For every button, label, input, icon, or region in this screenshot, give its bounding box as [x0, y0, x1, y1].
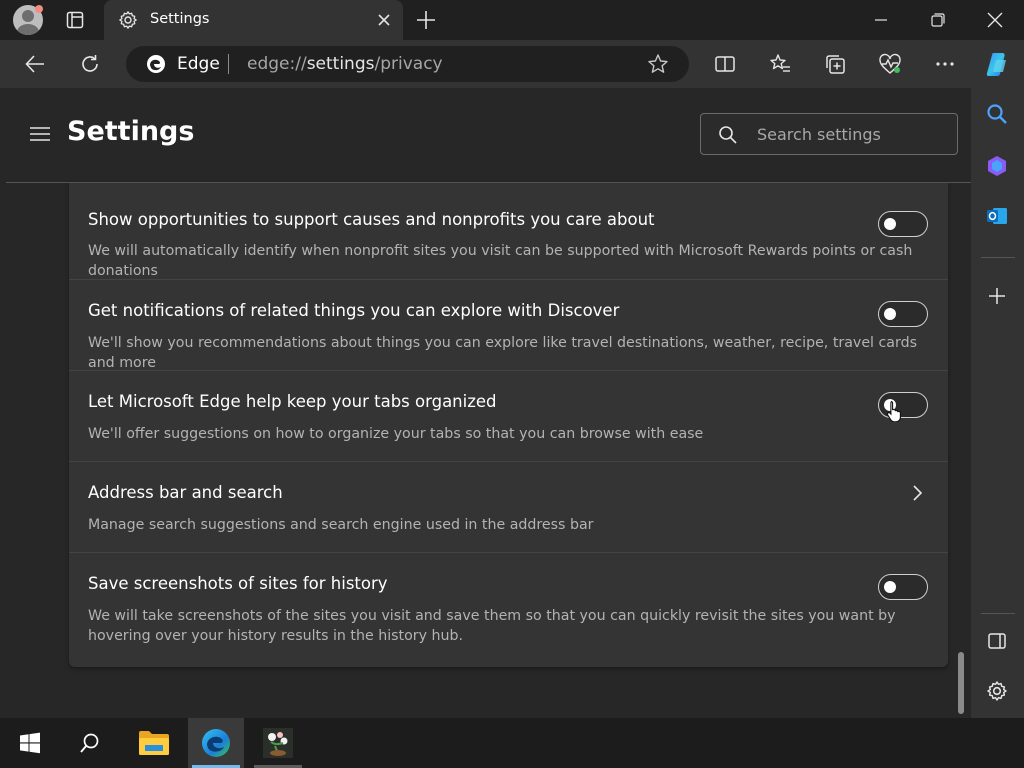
copilot-button[interactable] [984, 50, 1012, 78]
title-bar: Settings [0, 0, 1024, 40]
copilot-app-icon [988, 156, 1006, 176]
close-window-button[interactable] [966, 0, 1024, 40]
search-icon [987, 104, 1007, 124]
sidebar-hide-button[interactable] [985, 629, 1009, 653]
folder-icon [139, 731, 169, 755]
sidebar-outlook-button[interactable] [985, 204, 1009, 228]
setting-row-nonprofits: Show opportunities to support causes and… [69, 183, 948, 279]
address-url: edge://settings/privacy [247, 54, 443, 74]
url-prefix: edge:// [247, 54, 307, 74]
nonprofits-toggle[interactable] [878, 211, 928, 237]
edge-logo-icon [202, 729, 230, 757]
start-button[interactable] [2, 718, 58, 768]
taskbar-app-plant[interactable] [250, 718, 306, 768]
favorites-list-icon [770, 54, 790, 72]
more-options-button[interactable] [933, 52, 957, 76]
discover-toggle[interactable] [878, 301, 928, 327]
toggle-knob [884, 581, 896, 593]
setting-title: Show opportunities to support causes and… [88, 210, 655, 229]
setting-row-tabs-organized: Let Microsoft Edge help keep your tabs o… [69, 371, 948, 461]
favorites-button[interactable] [768, 52, 792, 76]
url-main: settings [306, 54, 375, 74]
browser-essentials-button[interactable] [878, 52, 902, 76]
settings-page: Settings Search settings Show opportunit… [0, 88, 971, 718]
url-suffix: /privacy [374, 54, 443, 74]
screenshots-toggle[interactable] [878, 574, 928, 600]
windows-taskbar [0, 718, 1024, 768]
edge-sidebar [971, 88, 1024, 718]
gear-icon [987, 681, 1007, 701]
setting-description: We will automatically identify when nonp… [88, 243, 913, 279]
sidebar-settings-button[interactable] [985, 679, 1009, 703]
browser-toolbar: Edge edge://settings/privacy [0, 40, 1024, 88]
page-title: Settings [67, 116, 195, 147]
setting-row-discover: Get notifications of related things you … [69, 280, 948, 371]
split-screen-button[interactable] [713, 52, 737, 76]
tab-actions-button[interactable] [60, 6, 90, 34]
tab-title: Settings [150, 11, 210, 27]
setting-title: Save screenshots of sites for history [88, 574, 388, 593]
gear-icon [119, 11, 137, 29]
profile-notification-dot [35, 5, 43, 13]
settings-card: Show opportunities to support causes and… [69, 183, 948, 667]
hand-cursor-icon [886, 400, 901, 422]
menu-hamburger-icon[interactable] [29, 126, 51, 142]
taskbar-search-button[interactable] [62, 718, 118, 768]
search-icon [719, 126, 737, 144]
split-screen-icon [715, 56, 735, 72]
setting-title: Get notifications of related things you … [88, 301, 620, 320]
setting-description: We'll show you recommendations about thi… [88, 335, 917, 371]
sidebar-panel-icon [988, 633, 1006, 649]
tab-settings[interactable]: Settings [104, 0, 403, 40]
setting-description: Manage search suggestions and search eng… [88, 517, 594, 533]
restore-button[interactable] [909, 0, 967, 40]
toggle-knob [884, 308, 896, 320]
address-separator [228, 54, 229, 74]
toggle-knob [884, 218, 896, 230]
setting-row-screenshots-history: Save screenshots of sites for history We… [69, 553, 948, 667]
sidebar-copilot-app-button[interactable] [985, 154, 1009, 178]
close-tab-icon[interactable] [374, 10, 394, 30]
taskbar-file-explorer[interactable] [126, 718, 182, 768]
address-bar[interactable]: Edge edge://settings/privacy [126, 46, 689, 82]
heartbeat-icon [879, 53, 901, 74]
tab-actions-icon [66, 11, 84, 29]
sidebar-add-button[interactable] [985, 284, 1009, 308]
taskbar-edge[interactable] [188, 718, 244, 768]
restore-icon [931, 13, 945, 27]
outlook-icon [987, 208, 1007, 224]
search-placeholder: Search settings [757, 125, 881, 144]
page-scrollbar[interactable] [958, 652, 964, 714]
minimize-icon [875, 19, 887, 21]
windows-logo-icon [20, 732, 40, 754]
edge-window: Settings Edge edge://settings/privacy Se… [0, 0, 1024, 768]
search-settings-input[interactable]: Search settings [700, 113, 958, 155]
collections-icon [826, 55, 845, 74]
refresh-icon [82, 55, 98, 72]
setting-row-address-bar-search[interactable]: Address bar and search Manage search sug… [69, 462, 948, 552]
setting-title: Address bar and search [88, 483, 283, 502]
refresh-button[interactable] [78, 52, 102, 76]
back-button[interactable] [23, 52, 47, 76]
minimize-button[interactable] [852, 0, 910, 40]
copilot-icon [986, 53, 1006, 76]
address-site-label: Edge [177, 54, 220, 74]
setting-description: We'll offer suggestions on how to organi… [88, 426, 704, 442]
search-icon [80, 733, 99, 753]
sidebar-divider [981, 257, 1015, 258]
new-tab-icon[interactable] [414, 8, 438, 32]
setting-description: We will take screenshots of the sites yo… [88, 608, 896, 644]
back-arrow-icon [25, 55, 44, 73]
plus-icon [989, 288, 1005, 304]
chevron-right-icon [913, 485, 923, 501]
more-dots-icon [936, 62, 954, 66]
plant-app-icon [263, 728, 293, 758]
collections-button[interactable] [823, 52, 847, 76]
close-icon [987, 12, 1003, 28]
setting-title: Let Microsoft Edge help keep your tabs o… [88, 392, 497, 411]
edge-logo-icon [147, 55, 165, 73]
sidebar-divider [981, 613, 1015, 614]
favorite-star-icon[interactable] [647, 53, 669, 75]
sidebar-search-button[interactable] [985, 102, 1009, 126]
